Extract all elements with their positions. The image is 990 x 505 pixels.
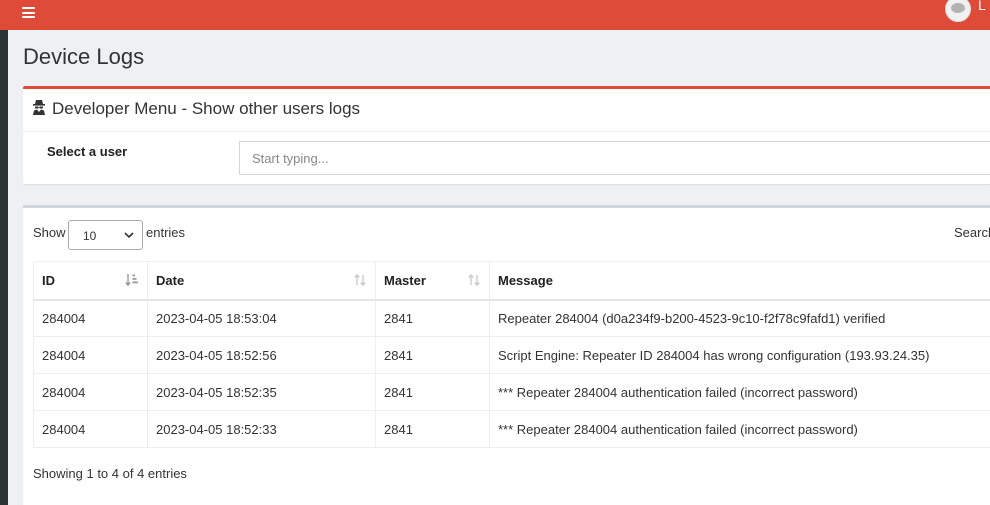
column-header-message[interactable]: Message	[489, 261, 990, 301]
developer-menu-panel: Developer Menu - Show other users logs S…	[23, 86, 990, 184]
cell-date: 2023-04-05 18:53:04	[147, 299, 376, 337]
user-name[interactable]: L	[978, 0, 986, 13]
table-row: 284004 2023-04-05 18:53:04 2841 Repeater…	[33, 299, 990, 337]
cell-date: 2023-04-05 18:52:35	[147, 373, 376, 411]
table-row: 284004 2023-04-05 18:52:35 2841 *** Repe…	[33, 373, 990, 411]
cell-master: 2841	[375, 373, 490, 411]
chevron-down-icon	[124, 232, 134, 239]
cell-date: 2023-04-05 18:52:56	[147, 336, 376, 374]
cell-master: 2841	[375, 336, 490, 374]
column-header-message-label: Message	[498, 272, 553, 288]
cell-id: 284004	[33, 373, 148, 411]
top-navbar: L	[0, 0, 990, 30]
table-row: 284004 2023-04-05 18:52:33 2841 *** Repe…	[33, 410, 990, 448]
entries-select-value: 10	[83, 229, 97, 243]
column-header-id-label: ID	[42, 272, 55, 288]
sort-icon	[354, 273, 366, 287]
show-label: Show	[33, 225, 66, 240]
column-header-id[interactable]: ID	[33, 261, 148, 301]
cell-id: 284004	[33, 336, 148, 374]
logs-panel: Show 10 entries Search ID	[23, 205, 990, 505]
column-header-date-label: Date	[156, 272, 185, 288]
column-header-master[interactable]: Master	[375, 261, 490, 301]
developer-menu-title: Developer Menu - Show other users logs	[52, 99, 361, 118]
cell-message: *** Repeater 284004 authentication faile…	[489, 410, 990, 448]
cell-message: *** Repeater 284004 authentication faile…	[489, 373, 990, 411]
cell-message: Repeater 284004 (d0a234f9-b200-4523-9c10…	[489, 299, 990, 337]
table-row: 284004 2023-04-05 18:52:56 2841 Script E…	[33, 336, 990, 374]
page-title: Device Logs	[23, 44, 145, 69]
column-header-date[interactable]: Date	[147, 261, 376, 301]
entries-per-page-select[interactable]: 10	[68, 220, 143, 250]
search-label: Search	[954, 225, 990, 240]
cell-message: Script Engine: Repeater ID 284004 has wr…	[489, 336, 990, 374]
hamburger-icon[interactable]	[22, 7, 35, 18]
table-header-row: ID Date Master Message	[33, 261, 990, 301]
avatar[interactable]	[945, 0, 971, 22]
cell-id: 284004	[33, 410, 148, 448]
spy-icon	[33, 100, 45, 115]
developer-menu-header: Developer Menu - Show other users logs	[23, 89, 990, 132]
logs-table: ID Date Master Message 284004 2023-04-05…	[33, 261, 990, 448]
sort-ascending-icon	[125, 274, 138, 287]
cell-id: 284004	[33, 299, 148, 337]
user-search-input[interactable]	[239, 141, 990, 175]
select-user-label: Select a user	[47, 144, 128, 159]
cell-master: 2841	[375, 410, 490, 448]
cell-master: 2841	[375, 299, 490, 337]
column-header-master-label: Master	[384, 272, 426, 288]
table-info: Showing 1 to 4 of 4 entries	[33, 466, 187, 481]
sort-icon	[468, 273, 480, 287]
sidebar	[0, 30, 8, 505]
cell-date: 2023-04-05 18:52:33	[147, 410, 376, 448]
entries-label: entries	[146, 225, 186, 240]
